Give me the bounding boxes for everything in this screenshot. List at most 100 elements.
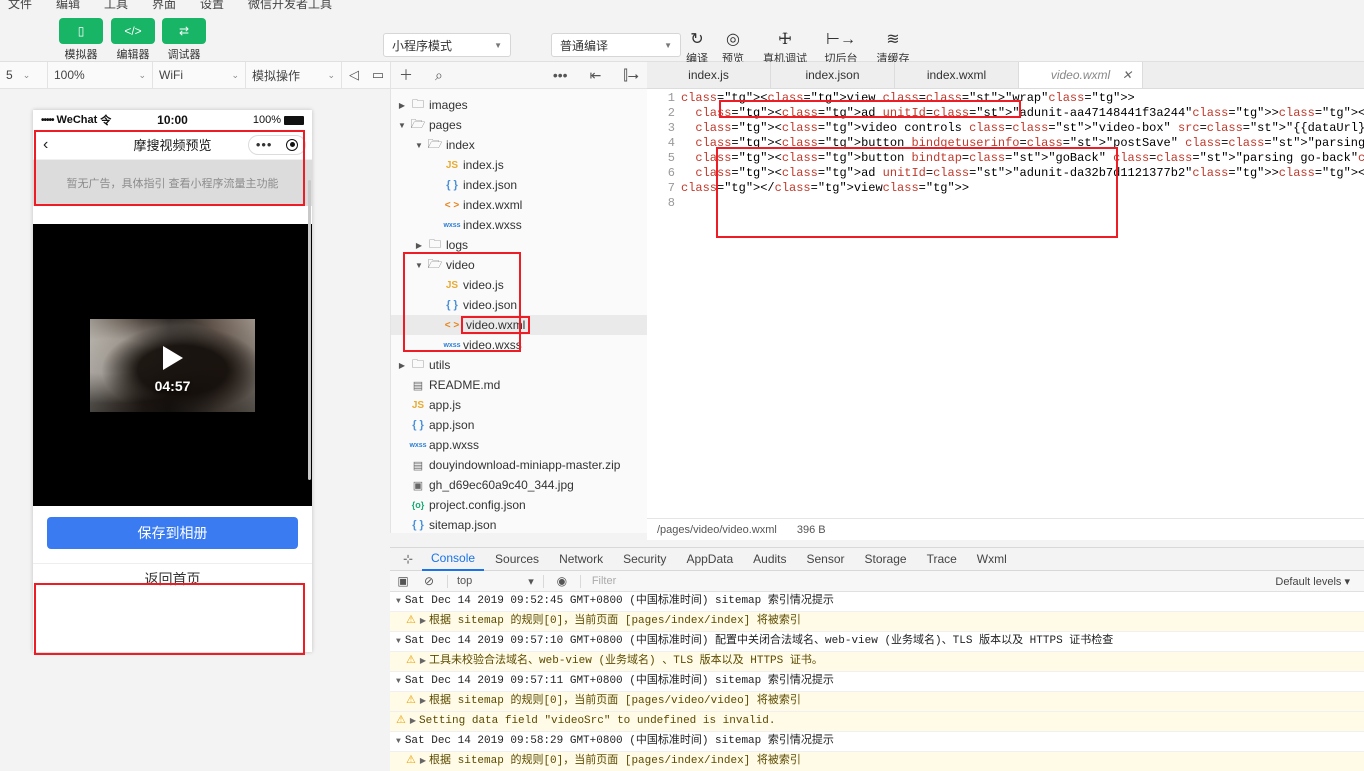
- code-line[interactable]: class="tg"><class="tg">ad unitId=class="…: [681, 166, 1364, 181]
- chevron-right-icon[interactable]: ▶: [420, 697, 426, 706]
- tree-item[interactable]: { } app.json: [391, 415, 647, 435]
- console-output[interactable]: ▼ Sat Dec 14 2019 09:52:45 GMT+0800 (中国标准…: [390, 592, 1364, 771]
- tree-item[interactable]: ▼ 🗁 video: [391, 255, 647, 275]
- tree-item[interactable]: < > video.wxml: [391, 315, 647, 335]
- tree-item[interactable]: ▶ 🗀 images: [391, 95, 647, 115]
- chevron-right-icon[interactable]: ▶: [420, 657, 426, 666]
- editor-code-area[interactable]: class="tg"><class="tg">view class=class=…: [681, 91, 1364, 211]
- code-line[interactable]: class="tg"><class="tg">video controls cl…: [681, 121, 1364, 136]
- target-icon[interactable]: [286, 138, 299, 151]
- menu-item-view[interactable]: 界面: [152, 0, 176, 12]
- toolbar-debugger-button[interactable]: ⇄ 调试器: [160, 18, 208, 62]
- menu-item-settings[interactable]: 设置: [200, 0, 224, 12]
- device-select[interactable]: 5 ⌄: [0, 61, 48, 89]
- chevron-down-icon[interactable]: ▼: [396, 677, 401, 686]
- editor-tab-index-json[interactable]: index.json: [771, 62, 895, 88]
- console-filter-input[interactable]: Filter: [586, 575, 1276, 587]
- editor-tab-video-wxml[interactable]: video.wxml ✕: [1019, 62, 1143, 88]
- chevron-down-icon[interactable]: ▼: [414, 141, 424, 150]
- devtools-tab-console[interactable]: Console: [422, 547, 485, 571]
- tree-item[interactable]: { } video.json: [391, 295, 647, 315]
- devtools-tab-storage[interactable]: Storage: [856, 547, 916, 571]
- editor-tab-bar[interactable]: index.js index.json index.wxml video.wxml ✕: [647, 62, 1364, 89]
- chevron-right-icon[interactable]: ▶: [414, 241, 424, 250]
- console-entry[interactable]: ⚠ ▶ 根据 sitemap 的规则[0]，当前页面 [pages/index/in…: [390, 752, 1364, 771]
- menu-item-tools[interactable]: 工具: [104, 0, 128, 12]
- tree-item[interactable]: < > index.wxml: [391, 195, 647, 215]
- zoom-select[interactable]: 100% ⌄: [48, 61, 153, 89]
- menu-item-edit[interactable]: 编辑: [56, 0, 80, 12]
- devtools-tab-appdata[interactable]: AppData: [677, 547, 742, 571]
- collapse-icon[interactable]: ⇤: [590, 67, 602, 84]
- wechat-capsule-button[interactable]: •••: [248, 134, 306, 155]
- code-editor[interactable]: 12345678 class="tg"><class="tg">view cla…: [647, 89, 1364, 518]
- file-tree[interactable]: ▶ 🗀 images ▼ 🗁 pages ▼ 🗁 index JS index.js{ } index…: [390, 89, 647, 533]
- sidebar-icon[interactable]: ▣: [390, 574, 416, 588]
- mode-select[interactable]: 小程序模式 ▼: [383, 33, 511, 57]
- console-levels-select[interactable]: Default levels ▾: [1275, 575, 1364, 588]
- code-line[interactable]: class="tg"><class="tg">view class=class=…: [681, 91, 1364, 106]
- chevron-down-icon[interactable]: ▼: [396, 637, 401, 646]
- tree-item[interactable]: wxss index.wxss: [391, 215, 647, 235]
- code-line[interactable]: class="tg"><class="tg">button bindtap=cl…: [681, 151, 1364, 166]
- tree-item[interactable]: wxss app.wxss: [391, 435, 647, 455]
- chevron-down-icon[interactable]: ▼: [396, 737, 401, 746]
- console-entry[interactable]: ▼ Sat Dec 14 2019 09:58:29 GMT+0800 (中国标准…: [390, 732, 1364, 752]
- screen-icon[interactable]: ▭: [366, 62, 390, 89]
- devtools-tab-sources[interactable]: Sources: [486, 547, 548, 571]
- tree-item[interactable]: JS index.js: [391, 155, 647, 175]
- chevron-right-icon[interactable]: ▶: [397, 101, 407, 110]
- console-entry[interactable]: ⚠ ▶ 根据 sitemap 的规则[0]，当前页面 [pages/index/in…: [390, 612, 1364, 632]
- video-player[interactable]: 04:57: [33, 224, 312, 506]
- chevron-down-icon[interactable]: ▼: [414, 261, 424, 270]
- tree-item[interactable]: ▼ 🗁 index: [391, 135, 647, 155]
- devtools-tab-trace[interactable]: Trace: [918, 547, 966, 571]
- console-entry[interactable]: ⚠ ▶ Setting data field "videoSrc" to undef…: [390, 712, 1364, 732]
- devtools-tab-network[interactable]: Network: [550, 547, 612, 571]
- menu-item-file[interactable]: 文件: [8, 0, 32, 12]
- console-entry[interactable]: ⚠ ▶ 根据 sitemap 的规则[0]，当前页面 [pages/video/vi…: [390, 692, 1364, 712]
- chevron-right-icon[interactable]: ▶: [420, 757, 426, 766]
- code-line[interactable]: class="tg"><class="tg">button bindgetuse…: [681, 136, 1364, 151]
- toggle-panel-icon[interactable]: ⫿⭢: [623, 67, 639, 84]
- more-dots-icon[interactable]: •••: [256, 138, 273, 151]
- go-back-home-button[interactable]: 返回首页: [33, 563, 312, 593]
- compile-mode-select[interactable]: 普通编译 ▼: [551, 33, 681, 57]
- devtools-tab-bar[interactable]: ⊹ Console Sources Network Security AppData Au…: [390, 547, 1364, 571]
- tree-item[interactable]: ▤ README.md: [391, 375, 647, 395]
- background-button[interactable]: ⊢→ 切后台: [815, 32, 867, 66]
- devtools-tab-security[interactable]: Security: [614, 547, 675, 571]
- tree-item[interactable]: wxss video.wxss: [391, 335, 647, 355]
- tree-item[interactable]: { } sitemap.json: [391, 515, 647, 533]
- save-to-album-button[interactable]: 保存到相册: [47, 517, 298, 549]
- devtools-tab-wxml[interactable]: Wxml: [968, 547, 1016, 571]
- close-icon[interactable]: ✕: [1122, 68, 1132, 82]
- eye-icon[interactable]: ◉: [549, 574, 575, 588]
- menu-item-devtools[interactable]: 微信开发者工具: [248, 0, 332, 12]
- console-entry[interactable]: ▼ Sat Dec 14 2019 09:57:11 GMT+0800 (中国标准…: [390, 672, 1364, 692]
- toolbar-simulator-button[interactable]: ▯ 模拟器: [57, 18, 105, 62]
- code-line[interactable]: [681, 196, 1364, 211]
- console-entry[interactable]: ⚠ ▶ 工具未校验合法域名、web-view (业务域名) 、TLS 版本以及 HT…: [390, 652, 1364, 672]
- chevron-down-icon[interactable]: ▼: [396, 597, 401, 606]
- console-context-select[interactable]: top ▾: [453, 575, 538, 588]
- chevron-down-icon[interactable]: ▼: [397, 121, 407, 130]
- tree-item[interactable]: ▶ 🗀 utils: [391, 355, 647, 375]
- tree-item[interactable]: JS video.js: [391, 275, 647, 295]
- code-line[interactable]: class="tg"><class="tg">ad unitId=class="…: [681, 106, 1364, 121]
- clear-cache-button[interactable]: ≋ 清缓存: [867, 32, 919, 66]
- clear-console-icon[interactable]: ⊘: [416, 574, 442, 588]
- editor-tab-index-js[interactable]: index.js: [647, 62, 771, 88]
- tree-item[interactable]: ▼ 🗁 pages: [391, 115, 647, 135]
- network-select[interactable]: WiFi ⌄: [153, 61, 246, 89]
- editor-tab-index-wxml[interactable]: index.wxml: [895, 62, 1019, 88]
- real-device-debug-button[interactable]: 🜊 真机调试: [759, 32, 811, 66]
- chevron-right-icon[interactable]: ▶: [410, 717, 416, 726]
- code-line[interactable]: class="tg"></class="tg">viewclass="tg">>: [681, 181, 1364, 196]
- tree-item[interactable]: ▤ douyindownload-miniapp-master.zip: [391, 455, 647, 475]
- tree-item[interactable]: ▶ 🗀 logs: [391, 235, 647, 255]
- play-icon[interactable]: [162, 345, 183, 370]
- search-icon[interactable]: ⌕: [435, 67, 443, 84]
- toolbar-editor-button[interactable]: </> 编辑器: [109, 18, 157, 62]
- chevron-right-icon[interactable]: ▶: [420, 617, 426, 626]
